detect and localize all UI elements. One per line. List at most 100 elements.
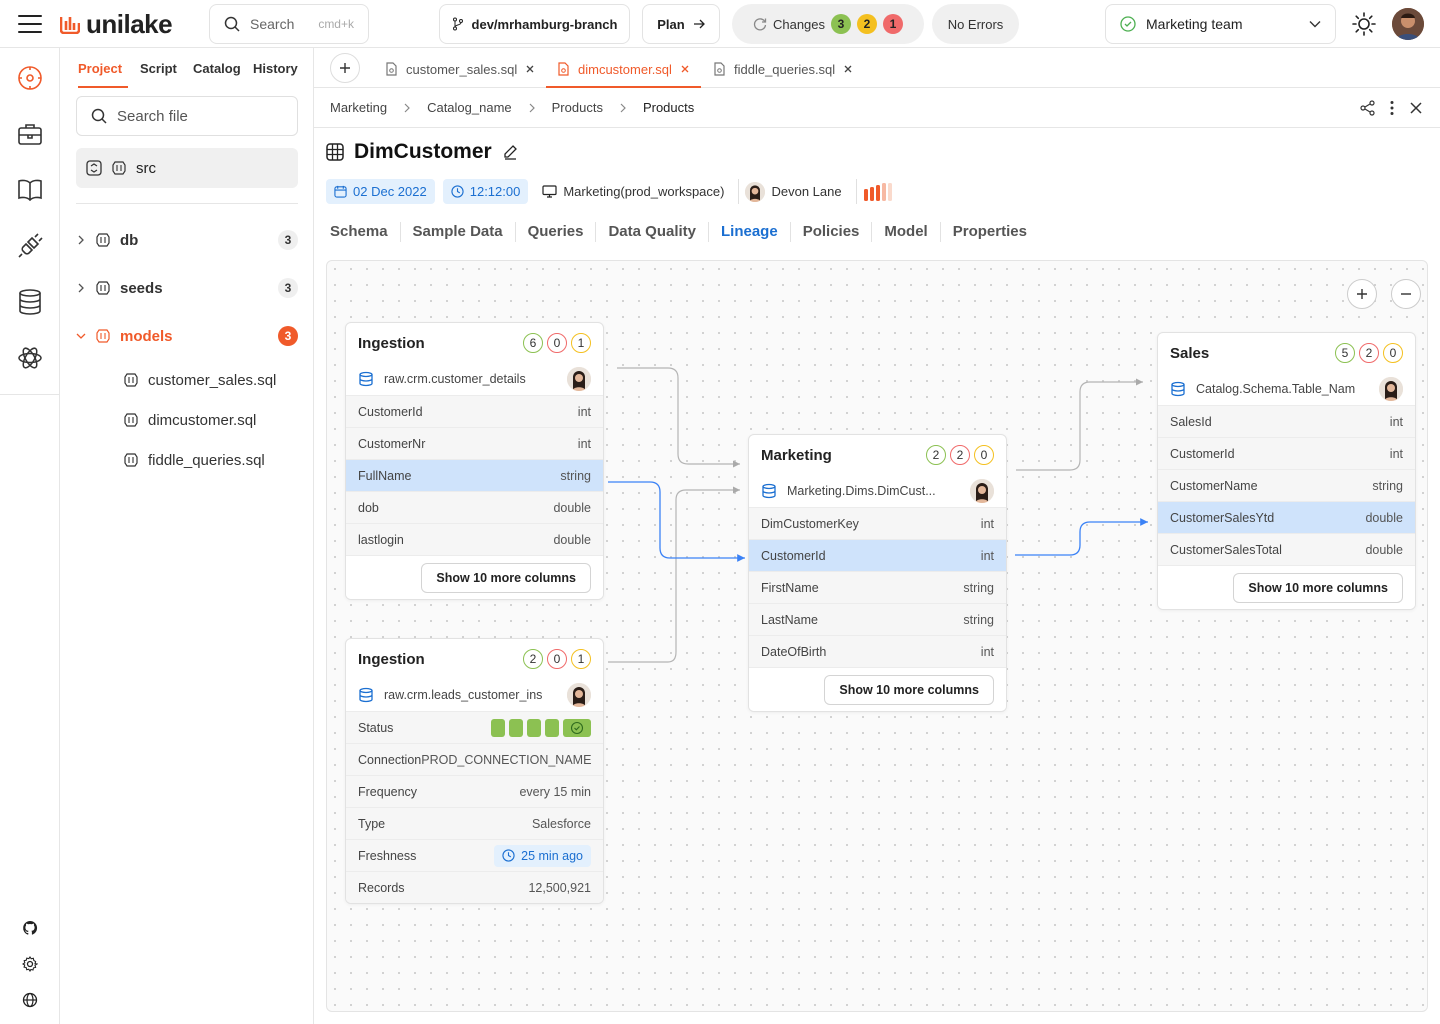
settings-gear-icon[interactable] — [22, 956, 38, 972]
close-icon[interactable] — [843, 64, 853, 74]
node-header: Marketing 2 2 0 — [749, 435, 1006, 475]
collapse-all-icon[interactable] — [86, 160, 102, 176]
show-more-columns-button[interactable]: Show 10 more columns — [1233, 572, 1403, 603]
editor-tab-fiddle-queries[interactable]: fiddle_queries.sql — [712, 60, 853, 78]
file-dimcustomer[interactable]: dimcustomer.sql — [124, 408, 256, 432]
panel-tab-catalog[interactable]: Catalog — [193, 61, 241, 76]
edit-pencil-icon[interactable] — [502, 144, 518, 160]
property-label: Connection — [358, 752, 422, 767]
panel-tab-history[interactable]: History — [253, 61, 298, 76]
breadcrumb-item[interactable]: Catalog_name — [427, 100, 512, 115]
compass-icon[interactable] — [16, 64, 44, 92]
column-row[interactable]: DateOfBirth int — [749, 635, 1006, 667]
source-name: Catalog.Schema.Table_Nam — [1196, 382, 1356, 396]
column-row[interactable]: CustomerSalesTotal double — [1158, 533, 1415, 565]
close-icon[interactable] — [525, 64, 535, 74]
column-row[interactable]: lastlogin double — [346, 523, 603, 555]
records-value: 12,500,921 — [528, 880, 591, 895]
folder-db[interactable]: db 3 — [76, 224, 298, 256]
tab-policies[interactable]: Policies — [789, 222, 872, 242]
more-options-icon[interactable] — [1389, 100, 1395, 116]
lineage-node-marketing[interactable]: Marketing 2 2 0 Marketing.Dims.DimCust..… — [748, 434, 1007, 712]
new-tab-button[interactable] — [330, 53, 360, 83]
file-customer-sales[interactable]: customer_sales.sql — [124, 368, 276, 392]
root-folder-src[interactable]: src — [76, 148, 298, 188]
database-icon[interactable] — [16, 288, 44, 316]
column-row[interactable]: LastName string — [749, 603, 1006, 635]
plug-icon[interactable] — [16, 232, 44, 260]
tab-model[interactable]: Model — [871, 222, 939, 242]
errors-button[interactable]: No Errors — [932, 4, 1019, 44]
editor-tab-customer-sales[interactable]: customer_sales.sql — [384, 60, 535, 78]
team-selector[interactable]: Marketing team — [1105, 4, 1336, 44]
column-row[interactable]: DimCustomerKey int — [749, 507, 1006, 539]
zoom-out-button[interactable] — [1391, 279, 1421, 309]
column-row-selected[interactable]: CustomerSalesYtd double — [1158, 501, 1415, 533]
owner-item[interactable]: Devon Lane — [738, 179, 847, 204]
column-type: double — [553, 500, 591, 515]
tab-lineage[interactable]: Lineage — [708, 222, 790, 242]
theme-toggle-icon[interactable] — [1352, 12, 1376, 36]
column-name: dob — [358, 500, 379, 515]
column-row[interactable]: CustomerId int — [346, 395, 603, 427]
briefcase-icon[interactable] — [16, 120, 44, 148]
changes-button[interactable]: Changes 3 2 1 — [732, 4, 924, 44]
breadcrumb-item[interactable]: Marketing — [330, 100, 387, 115]
editor-tab-dimcustomer[interactable]: dimcustomer.sql — [556, 60, 690, 78]
tab-properties[interactable]: Properties — [939, 222, 1039, 242]
lineage-node-ingestion-leads[interactable]: Ingestion 2 0 1 raw.crm.leads_customer_i… — [345, 638, 604, 904]
show-more-columns-button[interactable]: Show 10 more columns — [421, 562, 591, 593]
zoom-in-button[interactable] — [1347, 279, 1377, 309]
show-more-columns-button[interactable]: Show 10 more columns — [824, 674, 994, 705]
user-avatar[interactable] — [1392, 8, 1424, 40]
tab-data-quality[interactable]: Data Quality — [595, 222, 708, 242]
breadcrumb-item[interactable]: Products — [552, 100, 603, 115]
column-row-selected[interactable]: CustomerId int — [749, 539, 1006, 571]
file-fiddle-queries[interactable]: fiddle_queries.sql — [124, 448, 265, 472]
signal-bars-icon — [863, 182, 892, 201]
warning-count-badge: 0 — [1383, 343, 1403, 363]
column-row[interactable]: CustomerNr int — [346, 427, 603, 459]
tab-sample-data[interactable]: Sample Data — [399, 222, 515, 242]
panel-tab-project[interactable]: Project — [78, 61, 122, 76]
column-row-selected[interactable]: FullName string — [346, 459, 603, 491]
node-header: Sales 5 2 0 — [1158, 333, 1415, 373]
plan-button[interactable]: Plan — [642, 4, 720, 44]
freshness-value: 25 min ago — [521, 848, 583, 863]
brand-logo[interactable]: unilake — [60, 9, 173, 39]
globe-icon[interactable] — [22, 992, 38, 1008]
folder-seeds[interactable]: seeds 3 — [76, 272, 298, 304]
column-name: FirstName — [761, 580, 819, 595]
node-title: Sales — [1170, 344, 1210, 362]
node-source: Catalog.Schema.Table_Nam — [1158, 373, 1415, 405]
column-name: CustomerId — [358, 404, 423, 419]
branch-selector[interactable]: dev/mrhamburg-branch — [439, 4, 630, 44]
share-icon[interactable] — [1360, 100, 1376, 116]
atom-icon[interactable] — [16, 344, 44, 372]
book-icon[interactable] — [16, 176, 44, 204]
close-icon[interactable] — [680, 64, 690, 74]
global-search[interactable]: Search cmd+k — [209, 4, 369, 44]
column-type: string — [1372, 478, 1403, 493]
column-row[interactable]: CustomerName string — [1158, 469, 1415, 501]
success-count-badge: 2 — [926, 445, 946, 465]
column-type: double — [553, 532, 591, 547]
column-row[interactable]: FirstName string — [749, 571, 1006, 603]
chevron-right-icon — [78, 283, 84, 293]
column-type: string — [560, 468, 591, 483]
file-search-input[interactable]: Search file — [76, 96, 298, 136]
menu-icon[interactable] — [18, 14, 42, 34]
panel-tab-script[interactable]: Script — [140, 61, 177, 76]
lineage-node-sales[interactable]: Sales 5 2 0 Catalog.Schema.Table_Nam Sal… — [1157, 332, 1416, 610]
lineage-node-ingestion[interactable]: Ingestion 6 0 1 raw.crm.customer_details… — [345, 322, 604, 600]
column-row[interactable]: dob double — [346, 491, 603, 523]
column-name: DimCustomerKey — [761, 516, 859, 531]
module-icon — [124, 373, 138, 387]
column-row[interactable]: CustomerId int — [1158, 437, 1415, 469]
tab-queries[interactable]: Queries — [514, 222, 596, 242]
tab-schema[interactable]: Schema — [330, 222, 400, 242]
column-row[interactable]: SalesId int — [1158, 405, 1415, 437]
folder-models[interactable]: models 3 — [76, 320, 298, 352]
close-panel-icon[interactable] — [1410, 102, 1422, 114]
github-icon[interactable] — [22, 920, 38, 936]
